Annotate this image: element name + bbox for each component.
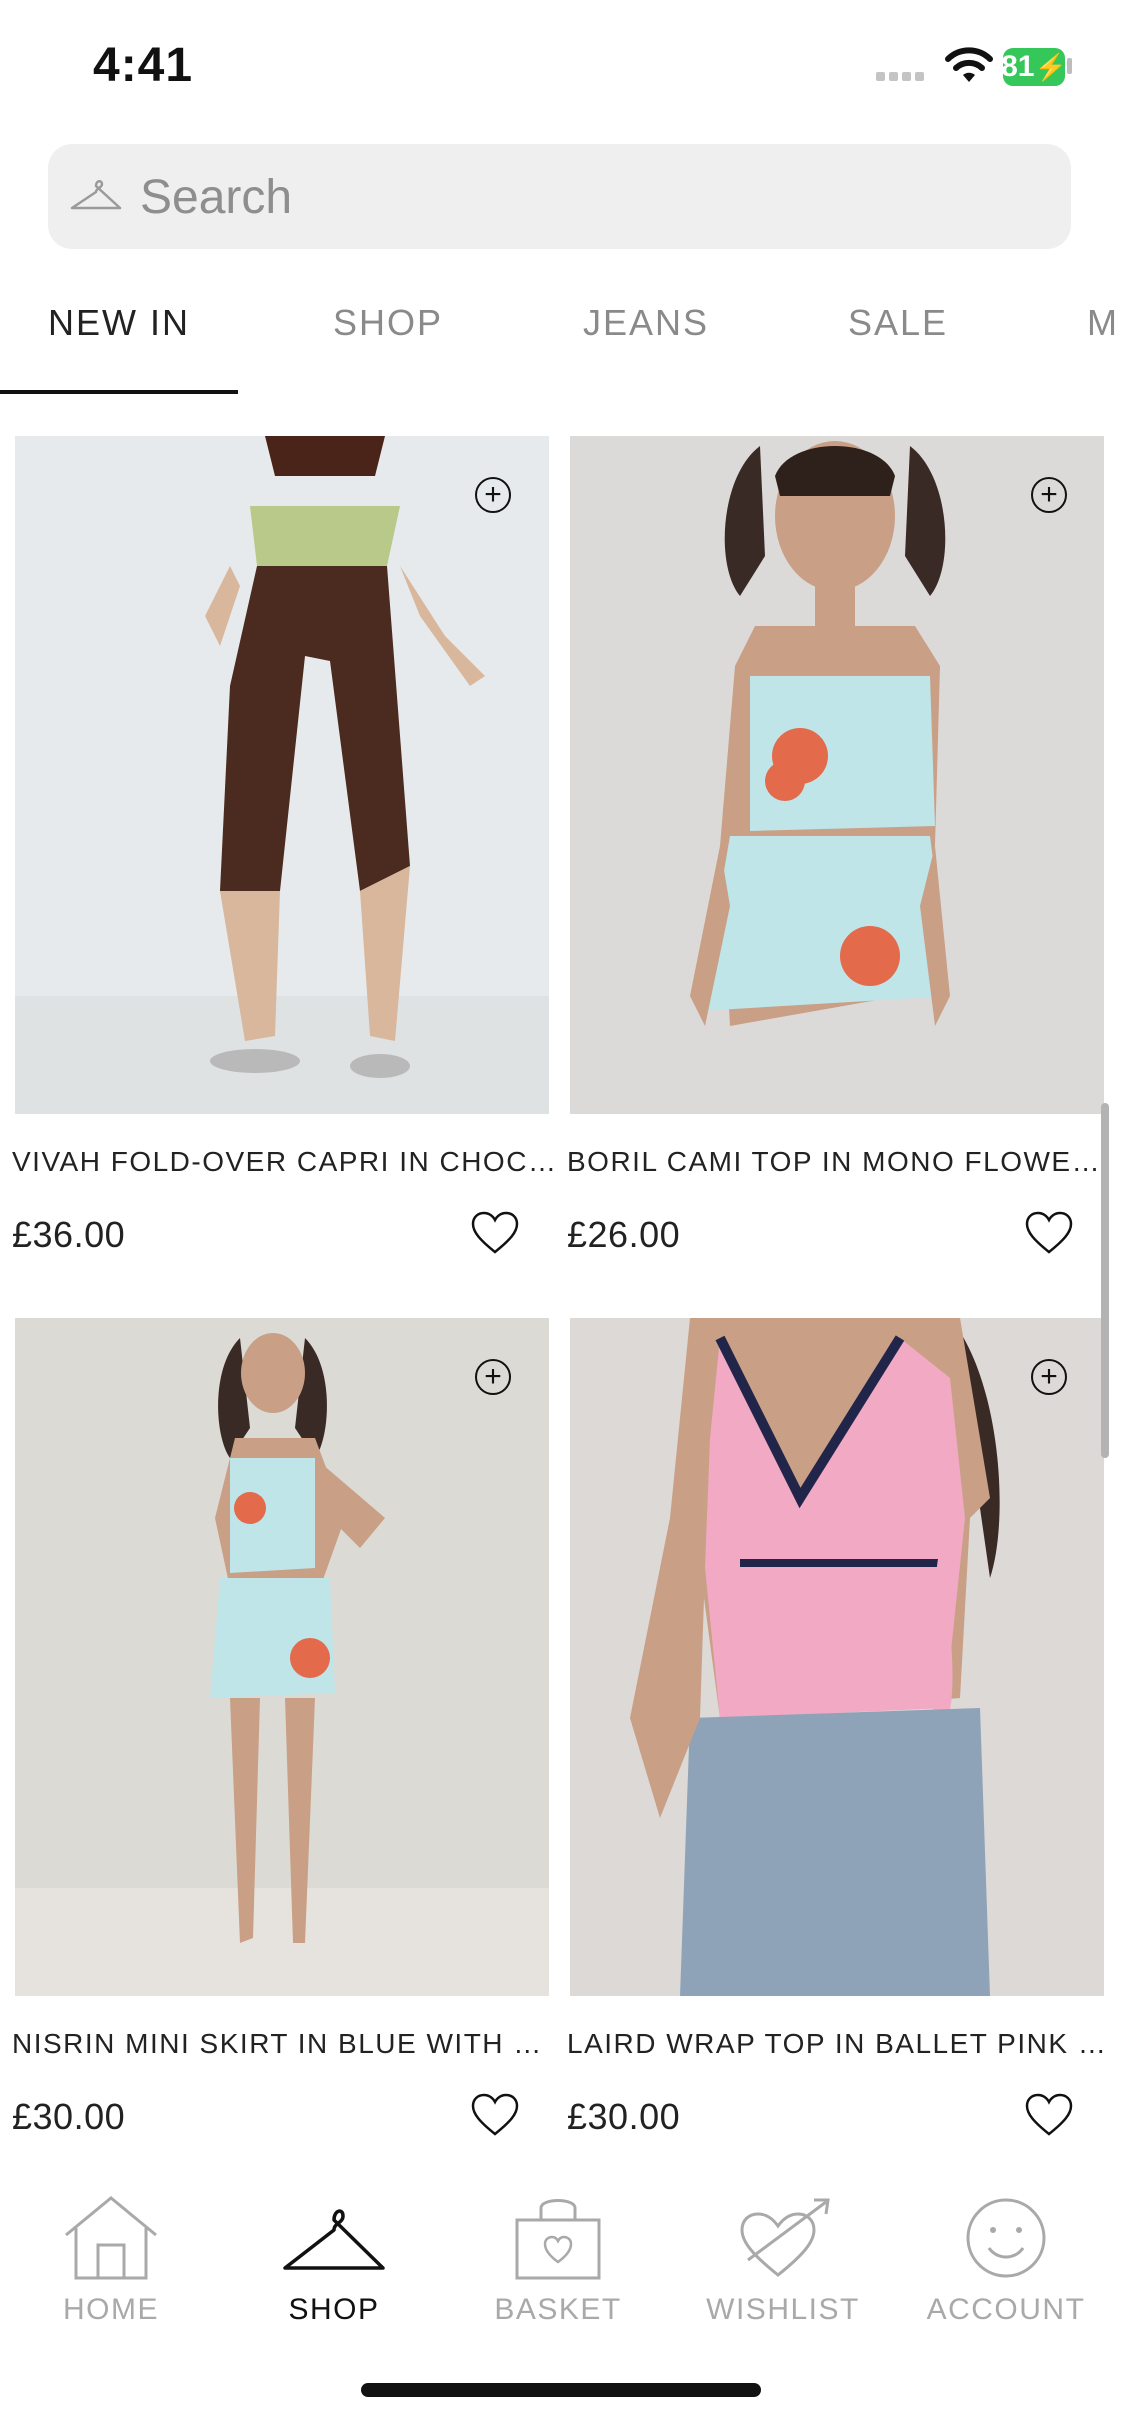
tab-jeans[interactable]: JEANS — [583, 302, 709, 344]
active-tab-underline — [0, 390, 238, 394]
hanger-search-icon — [70, 180, 122, 210]
product-image[interactable] — [570, 436, 1104, 1114]
product-title[interactable]: LAIRD WRAP TOP IN BALLET PINK WI... — [567, 2028, 1112, 2060]
quick-add-button[interactable]: + — [1031, 1359, 1067, 1395]
tab-more[interactable]: M — [1087, 302, 1119, 344]
nav-home[interactable]: HOME — [11, 2190, 211, 2327]
smiley-icon — [966, 2198, 1046, 2278]
quick-add-button[interactable]: + — [1031, 477, 1067, 513]
nav-label: SHOP — [288, 2293, 380, 2326]
battery-tip — [1067, 58, 1072, 74]
product-price: £26.00 — [567, 1214, 681, 1255]
product-title[interactable]: NISRIN MINI SKIRT IN BLUE WITH OR... — [12, 2028, 557, 2060]
product-image[interactable] — [570, 1318, 1104, 1996]
house-icon — [65, 2196, 157, 2280]
wifi-icon — [945, 47, 993, 82]
nav-basket[interactable]: BASKET — [458, 2190, 658, 2327]
product-title[interactable]: VIVAH FOLD-OVER CAPRI IN CHOCOL... — [12, 1146, 557, 1178]
quick-add-button[interactable]: + — [475, 477, 511, 513]
battery-indicator: 81 ⚡ — [1001, 48, 1067, 86]
quick-add-button[interactable]: + — [475, 1359, 511, 1395]
product-title[interactable]: BORIL CAMI TOP IN MONO FLOWER... — [567, 1146, 1112, 1178]
tab-sale[interactable]: SALE — [848, 302, 948, 344]
nav-label: HOME — [63, 2293, 159, 2326]
nav-label: BASKET — [494, 2293, 622, 2326]
nav-shop[interactable]: SHOP — [234, 2190, 434, 2327]
tab-shop[interactable]: SHOP — [333, 302, 443, 344]
nav-label: WISHLIST — [706, 2293, 860, 2326]
product-price: £36.00 — [12, 1214, 126, 1255]
hanger-icon — [283, 2209, 385, 2270]
product-price: £30.00 — [12, 2096, 126, 2137]
product-price: £30.00 — [567, 2096, 681, 2137]
product-image[interactable] — [15, 1318, 549, 1996]
heart-icon[interactable] — [1024, 2092, 1074, 2138]
home-indicator[interactable] — [361, 2383, 761, 2397]
basket-icon — [515, 2199, 601, 2280]
cellular-signal-icon — [876, 72, 924, 81]
nav-account[interactable]: ACCOUNT — [906, 2190, 1106, 2327]
nav-label: ACCOUNT — [926, 2293, 1086, 2326]
product-image[interactable] — [15, 436, 549, 1114]
status-time: 4:41 — [93, 39, 194, 92]
heart-icon[interactable] — [470, 1210, 520, 1256]
search-input[interactable] — [140, 165, 1020, 229]
heart-arrow-icon — [740, 2198, 830, 2277]
battery-level: 81 — [1001, 50, 1035, 83]
tab-new-in[interactable]: NEW IN — [48, 302, 190, 344]
nav-wishlist[interactable]: WISHLIST — [683, 2190, 883, 2327]
scrollbar[interactable] — [1101, 1103, 1109, 1458]
heart-icon[interactable] — [470, 2092, 520, 2138]
heart-icon[interactable] — [1024, 1210, 1074, 1256]
